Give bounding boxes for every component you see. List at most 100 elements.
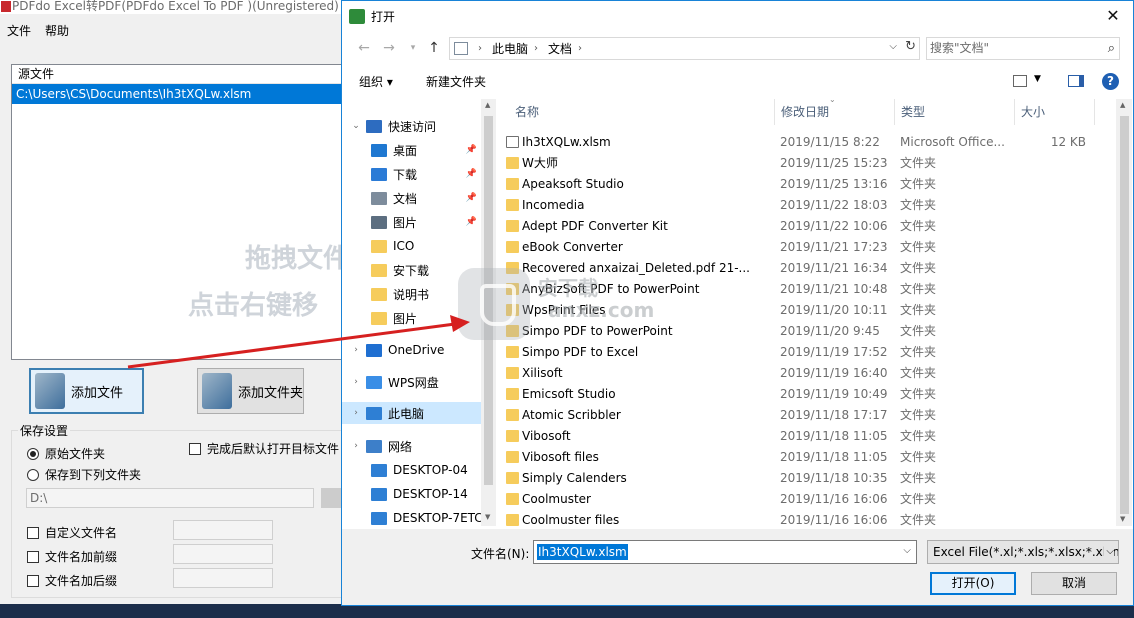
expand-chevron-icon[interactable]: ›	[350, 441, 362, 451]
column-type[interactable]: 类型	[895, 99, 1015, 125]
suffix-input[interactable]	[173, 568, 273, 588]
file-row[interactable]: Incomedia 2019/11/22 18:03 文件夹	[499, 195, 1099, 216]
custom-name-checkbox[interactable]: 自定义文件名	[27, 524, 117, 541]
file-type: 文件夹	[900, 408, 937, 422]
breadcrumb-this-pc[interactable]: 此电脑	[492, 40, 528, 57]
nav-item[interactable]: › OneDrive	[342, 339, 481, 361]
expand-chevron-icon[interactable]: ›	[350, 377, 362, 387]
filename-label: 文件名(N):	[471, 547, 530, 561]
source-file-row[interactable]: C:\Users\CS\Documents\Ih3tXQLw.xlsm	[12, 84, 344, 104]
view-options-icon[interactable]	[1013, 75, 1027, 87]
file-row[interactable]: Apeaksoft Studio 2019/11/25 13:16 文件夹	[499, 174, 1099, 195]
nav-item[interactable]: ⌄ 快速访问	[342, 115, 481, 137]
add-file-button[interactable]: 添加文件	[29, 368, 144, 414]
nav-item[interactable]: 文档 📌	[342, 187, 481, 209]
menu-file[interactable]: 文件	[0, 20, 38, 42]
scroll-down-icon[interactable]: ▼	[485, 513, 490, 521]
cancel-button[interactable]: 取消	[1031, 572, 1117, 595]
nav-item[interactable]: › 此电脑	[342, 402, 481, 424]
open-after-checkbox[interactable]: 完成后默认打开目标文件	[189, 440, 339, 457]
nav-item[interactable]: 桌面 📌	[342, 139, 481, 161]
file-list-scroll-thumb[interactable]	[1120, 116, 1129, 514]
organize-button[interactable]: 组织 ▾	[359, 73, 393, 91]
scroll-up-icon[interactable]: ▲	[1120, 101, 1125, 109]
scroll-down-icon[interactable]: ▼	[1120, 515, 1125, 523]
file-row[interactable]: Vibosoft files 2019/11/18 11:05 文件夹	[499, 447, 1099, 468]
nav-item[interactable]: DESKTOP-7ETC	[342, 507, 483, 526]
add-folder-button[interactable]: 添加文件夹	[197, 368, 304, 414]
file-row[interactable]: Atomic Scribbler 2019/11/18 17:17 文件夹	[499, 405, 1099, 426]
search-icon[interactable]: ⌕	[1108, 38, 1115, 59]
nav-item[interactable]: › 网络	[342, 435, 481, 457]
file-row[interactable]: eBook Converter 2019/11/21 17:23 文件夹	[499, 237, 1099, 258]
file-name: Simply Calenders	[522, 471, 627, 485]
preview-pane-icon[interactable]	[1068, 75, 1084, 87]
breadcrumb-separator-icon: ›	[534, 43, 539, 54]
destination-path-field[interactable]: D:\	[26, 488, 314, 508]
nav-item[interactable]: 图片 📌	[342, 211, 481, 233]
column-size[interactable]: 大小	[1015, 99, 1095, 125]
view-dropdown-chevron-icon[interactable]: ▼	[1034, 74, 1041, 84]
file-row[interactable]: Ih3tXQLw.xlsm 2019/11/15 8:22 Microsoft Of…	[499, 132, 1099, 153]
prefix-input[interactable]	[173, 544, 273, 564]
file-row[interactable]: Xilisoft 2019/11/19 16:40 文件夹	[499, 363, 1099, 384]
column-name[interactable]: 名称	[509, 99, 775, 125]
expand-chevron-icon[interactable]: ›	[350, 408, 362, 418]
file-row[interactable]: Simpo PDF to Excel 2019/11/19 17:52 文件夹	[499, 342, 1099, 363]
nav-item[interactable]: › WPS网盘	[342, 371, 481, 393]
file-row[interactable]: Simpo PDF to PowerPoint 2019/11/20 9:45 文件…	[499, 321, 1099, 342]
file-row[interactable]: Vibosoft 2019/11/18 11:05 文件夹	[499, 426, 1099, 447]
filename-dropdown-chevron-icon[interactable]: ⌵	[903, 545, 911, 556]
back-arrow-icon[interactable]: ←	[355, 39, 373, 57]
close-icon[interactable]: ✕	[1093, 1, 1133, 32]
nav-item-label: 桌面	[393, 143, 418, 158]
file-name: Simpo PDF to PowerPoint	[522, 324, 673, 338]
open-button[interactable]: 打开(O)	[930, 572, 1016, 595]
prefix-checkbox[interactable]: 文件名加前缀	[27, 548, 117, 565]
radio-original-folder[interactable]: 原始文件夹	[27, 445, 105, 462]
forward-arrow-icon[interactable]: →	[380, 39, 398, 57]
nav-item[interactable]: DESKTOP-04	[342, 459, 481, 481]
watermark-shield-logo	[458, 268, 530, 340]
nav-item[interactable]: DESKTOP-14	[342, 483, 481, 505]
up-arrow-icon[interactable]: ↑	[425, 39, 443, 57]
checkbox-icon	[189, 442, 201, 455]
search-input[interactable]: 搜索"文档" ⌕	[926, 37, 1120, 60]
file-date: 2019/11/21 17:23	[780, 240, 888, 254]
file-row[interactable]: Emicsoft Studio 2019/11/19 10:49 文件夹	[499, 384, 1099, 405]
folder-icon	[506, 241, 519, 253]
scroll-up-icon[interactable]: ▲	[485, 101, 490, 109]
file-row[interactable]: Simply Calenders 2019/11/18 10:35 文件夹	[499, 468, 1099, 489]
file-date: 2019/11/15 8:22	[780, 135, 880, 149]
file-date: 2019/11/21 16:34	[780, 261, 888, 275]
nav-item[interactable]: ICO	[342, 235, 481, 257]
new-folder-button[interactable]: 新建文件夹	[426, 73, 486, 91]
file-type-filter-select[interactable]: Excel File(*.xl;*.xls;*.xlsx;*.xlsm ⌵	[927, 540, 1119, 564]
help-icon[interactable]: ?	[1102, 73, 1119, 90]
filename-input[interactable]: Ih3tXQLw.xlsm ⌵	[533, 540, 917, 564]
suffix-checkbox[interactable]: 文件名加后缀	[27, 572, 117, 589]
expand-chevron-icon[interactable]: ⌄	[350, 121, 362, 131]
file-row[interactable]: Adept PDF Converter Kit 2019/11/22 10:06 文…	[499, 216, 1099, 237]
expand-chevron-icon[interactable]: ›	[350, 345, 362, 355]
folder-icon	[506, 409, 519, 421]
recent-locations-chevron-icon[interactable]: ▾	[404, 39, 422, 57]
file-date: 2019/11/16 16:06	[780, 492, 888, 506]
file-row[interactable]: Coolmuster files 2019/11/16 16:06 文件夹	[499, 510, 1099, 526]
file-row[interactable]: Coolmuster 2019/11/16 16:06 文件夹	[499, 489, 1099, 510]
custom-name-label: 自定义文件名	[45, 526, 118, 540]
radio-save-to-folder[interactable]: 保存到下列文件夹	[27, 466, 141, 483]
address-dropdown-chevron-icon[interactable]: ⌵	[889, 41, 897, 52]
nav-item[interactable]: 下载 📌	[342, 163, 481, 185]
star-icon	[366, 119, 382, 133]
custom-name-input[interactable]	[173, 520, 273, 540]
address-bar[interactable]: › 此电脑 › 文档 › ⌵ ↻	[449, 37, 920, 60]
breadcrumb-documents[interactable]: 文档	[548, 40, 572, 57]
checkbox-icon	[27, 550, 39, 563]
menu-help[interactable]: 帮助	[38, 20, 76, 42]
this-pc-small-icon	[454, 42, 468, 55]
refresh-icon[interactable]: ↻	[905, 39, 916, 54]
nav-item-label: ICO	[393, 239, 415, 253]
folder-icon	[506, 178, 519, 190]
file-row[interactable]: W大师 2019/11/25 15:23 文件夹	[499, 153, 1099, 174]
